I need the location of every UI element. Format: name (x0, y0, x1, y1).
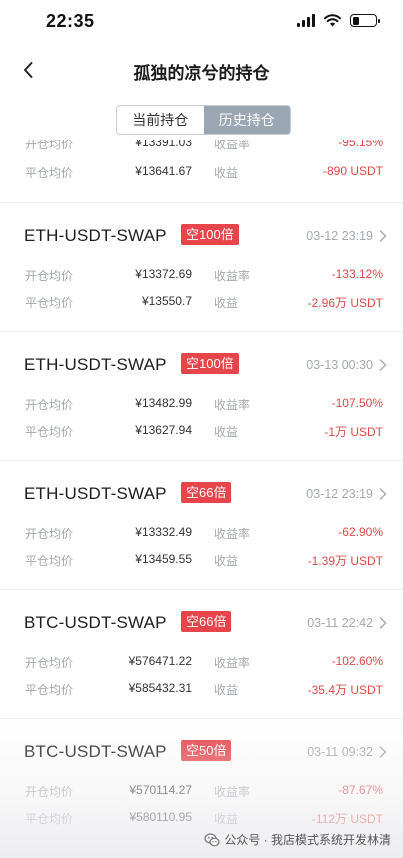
profit-label: 收益 (214, 296, 239, 310)
return-rate-value: -95.15% (338, 140, 383, 149)
position-card[interactable]: ETH-USDT-SWAP 空66倍 03-12 23:19 开仓均价 ¥133… (0, 461, 403, 589)
close-price-value: ¥585432.31 (128, 681, 192, 695)
nav-bar: 孤独的凉兮的持仓 (0, 44, 403, 96)
leverage-badge: 空66倍 (181, 482, 232, 503)
open-price-label: 开仓均价 (25, 140, 74, 151)
return-rate-value: -102.60% (331, 654, 383, 668)
close-time: 03-13 00:30 (306, 358, 373, 372)
close-price-label: 平仓均价 (25, 554, 74, 568)
open-price-label: 开仓均价 (25, 785, 74, 799)
open-price-value: ¥576471.22 (128, 654, 192, 668)
return-rate-label: 收益率 (214, 269, 251, 283)
return-rate-label: 收益率 (214, 785, 251, 799)
return-rate-value: -62.90% (338, 525, 383, 539)
page-title: 孤独的凉兮的持仓 (133, 64, 270, 83)
history-list[interactable]: 开仓均价 ¥13391.03 收益率 -95.15% 平仓均价 ¥13641.6… (0, 140, 403, 858)
leverage-badge: 空66倍 (181, 611, 232, 632)
watermark-text: 公众号 · 我店模式系统开发林清 (224, 833, 391, 847)
profit-label: 收益 (214, 683, 239, 697)
leverage-badge: 空50倍 (181, 740, 232, 761)
profit-value: -890 USDT (322, 164, 383, 178)
return-rate-label: 收益率 (214, 398, 251, 412)
open-price-label: 开仓均价 (25, 656, 74, 670)
close-time: 03-12 23:19 (306, 229, 373, 243)
profit-value: -1.39万 USDT (307, 554, 383, 568)
leverage-badge: 空100倍 (181, 353, 239, 374)
close-price-label: 平仓均价 (25, 812, 74, 826)
close-time: 03-12 23:19 (306, 487, 373, 501)
close-price-value: ¥13550.7 (141, 294, 192, 308)
open-price-label: 开仓均价 (25, 527, 74, 541)
return-rate-label: 收益率 (214, 527, 251, 541)
contract-pair: ETH-USDT-SWAP (24, 355, 167, 374)
profit-value: -1万 USDT (324, 425, 383, 439)
chevron-right-icon (379, 746, 387, 758)
close-price-value: ¥580110.95 (129, 810, 192, 824)
contract-pair: BTC-USDT-SWAP (24, 742, 167, 761)
chevron-right-icon (379, 488, 387, 500)
close-time: 03-11 09:32 (307, 745, 373, 759)
position-card[interactable]: ETH-USDT-SWAP 空100倍 03-12 23:19 开仓均价 ¥13… (0, 203, 403, 331)
chevron-right-icon (379, 230, 387, 242)
position-card[interactable]: BTC-USDT-SWAP 空66倍 03-11 22:42 开仓均价 ¥576… (0, 590, 403, 718)
profit-label: 收益 (214, 166, 239, 180)
position-card[interactable]: BTC-USDT-SWAP 空50倍 03-11 09:32 开仓均价 ¥570… (0, 719, 403, 847)
close-price-value: ¥13627.94 (135, 423, 192, 437)
chevron-right-icon (379, 359, 387, 371)
close-price-value: ¥13459.55 (135, 552, 192, 566)
return-rate-value: -107.50% (331, 396, 383, 410)
signal-icon (297, 14, 315, 27)
profit-label: 收益 (214, 425, 239, 439)
return-rate-value: -133.12% (331, 267, 383, 281)
open-price-label: 开仓均价 (25, 398, 74, 412)
return-rate-label: 收益率 (214, 140, 251, 151)
status-icons (297, 14, 380, 27)
open-price-value: ¥13482.99 (135, 396, 192, 410)
watermark: 公众号 · 我店模式系统开发林清 (204, 831, 391, 848)
leverage-badge: 空100倍 (181, 224, 239, 245)
profit-label: 收益 (214, 554, 239, 568)
chevron-right-icon (379, 617, 387, 629)
wechat-icon (204, 832, 220, 846)
wifi-icon (324, 14, 341, 27)
status-time: 22:35 (46, 11, 95, 31)
list-item-partial[interactable]: 开仓均价 ¥13391.03 收益率 -95.15% 平仓均价 ¥13641.6… (0, 140, 403, 202)
profit-value: -2.96万 USDT (307, 296, 383, 310)
tab-history-positions[interactable]: 历史持仓 (203, 106, 290, 134)
tab-current-positions[interactable]: 当前持仓 (117, 106, 204, 134)
status-bar: 22:35 (0, 0, 403, 44)
close-price-label: 平仓均价 (25, 296, 74, 310)
contract-pair: ETH-USDT-SWAP (24, 484, 167, 503)
profit-value: -112万 USDT (311, 812, 383, 826)
contract-pair: ETH-USDT-SWAP (24, 226, 167, 245)
contract-pair: BTC-USDT-SWAP (24, 613, 167, 632)
position-card[interactable]: ETH-USDT-SWAP 空100倍 03-13 00:30 开仓均价 ¥13… (0, 332, 403, 460)
close-price-value: ¥13641.67 (135, 164, 192, 178)
open-price-value: ¥570114.27 (129, 783, 192, 797)
return-rate-value: -87.67% (338, 783, 383, 797)
open-price-value: ¥13372.69 (135, 267, 192, 281)
profit-label: 收益 (214, 812, 239, 826)
profit-value: -35.4万 USDT (307, 683, 383, 697)
open-price-value: ¥13391.03 (135, 140, 192, 149)
open-price-label: 开仓均价 (25, 269, 74, 283)
open-price-value: ¥13332.49 (135, 525, 192, 539)
close-time: 03-11 22:42 (307, 616, 373, 630)
return-rate-label: 收益率 (214, 656, 251, 670)
close-price-label: 平仓均价 (25, 683, 74, 697)
close-price-label: 平仓均价 (25, 166, 74, 180)
position-tabs: 当前持仓 历史持仓 (116, 105, 291, 135)
battery-icon (350, 14, 380, 27)
close-price-label: 平仓均价 (25, 425, 74, 439)
